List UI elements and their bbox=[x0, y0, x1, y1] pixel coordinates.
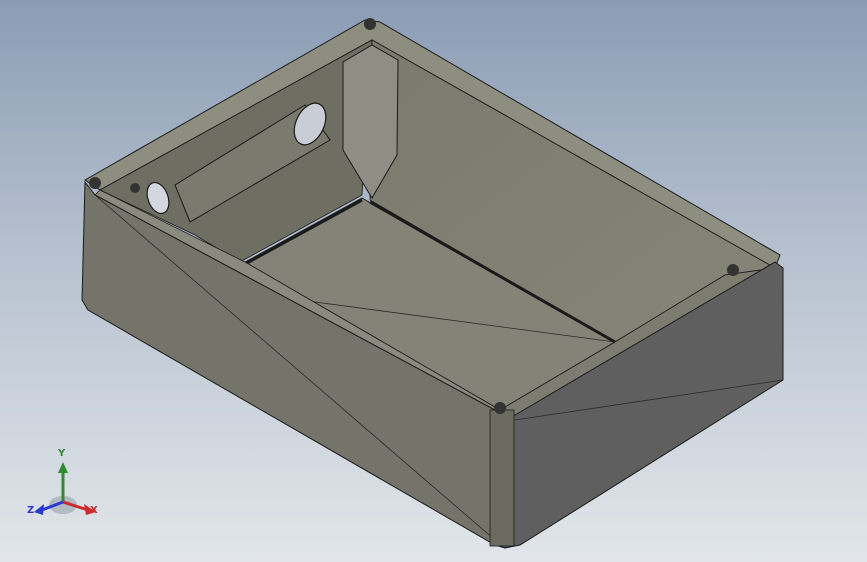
corner-fillet-right bbox=[727, 264, 739, 276]
corner-fillet-back-left bbox=[89, 177, 101, 189]
enclosure-box-model[interactable] bbox=[0, 0, 867, 562]
corner-fillet-top bbox=[364, 18, 376, 30]
graphics-viewport[interactable]: Y X Z bbox=[0, 0, 867, 562]
front-corner-fillet bbox=[489, 409, 515, 547]
corner-post-back-left bbox=[130, 183, 140, 193]
triad-z-label: Z bbox=[27, 505, 35, 516]
triad-x-label: X bbox=[90, 505, 98, 516]
corner-fillet-front bbox=[494, 402, 506, 414]
reference-triad: Y X Z bbox=[20, 440, 110, 530]
triad-y-label: Y bbox=[58, 448, 66, 459]
